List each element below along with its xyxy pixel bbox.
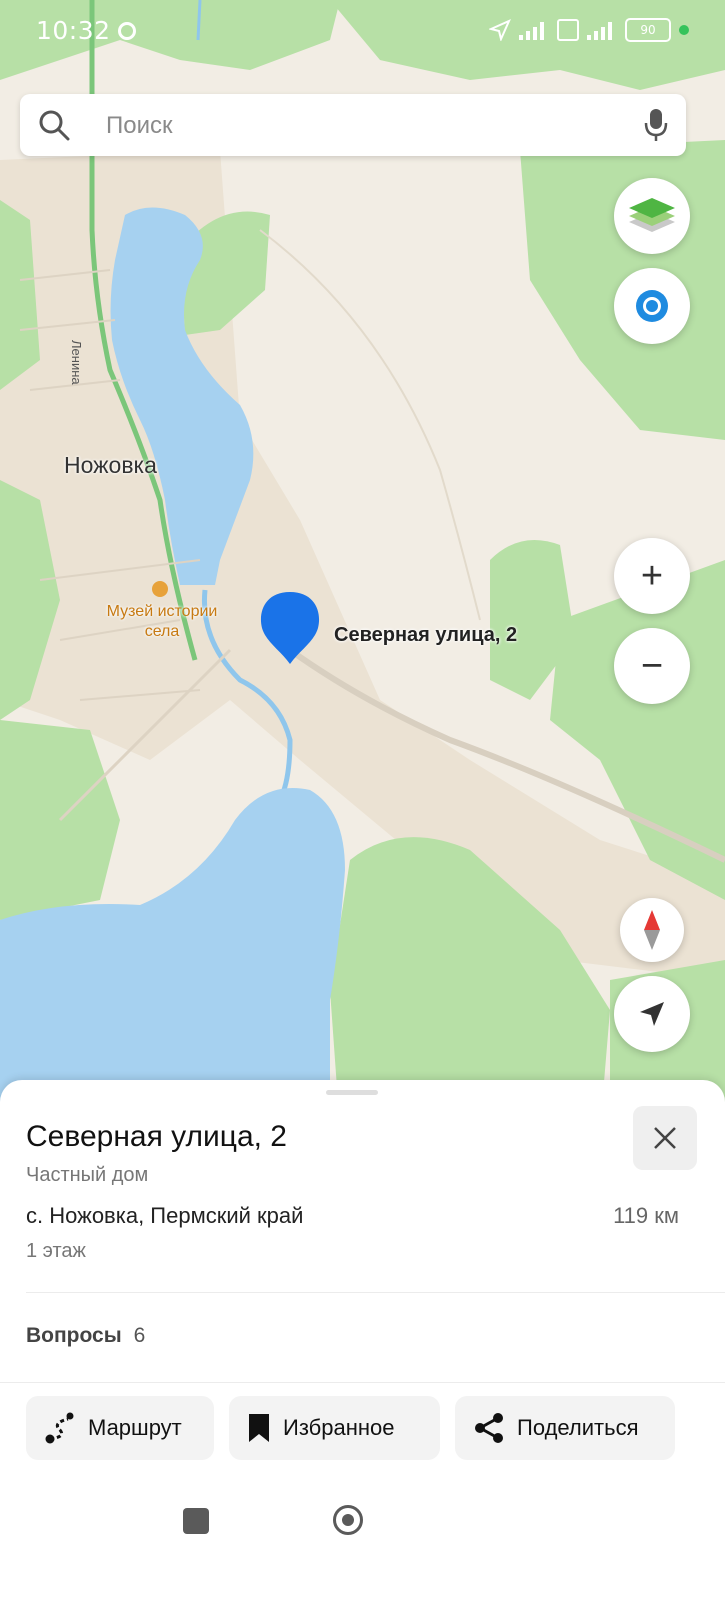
place-distance: 119 км [613, 1203, 679, 1228]
recent-apps-button[interactable] [183, 1508, 209, 1534]
favorites-label: Избранное [283, 1415, 395, 1440]
notification-icon [118, 22, 136, 40]
pin-label[interactable]: Северная улица, 2 [334, 624, 517, 647]
location-arrow-icon [489, 19, 511, 41]
volte-icon [557, 19, 579, 41]
close-icon [654, 1127, 676, 1149]
divider [0, 1382, 725, 1383]
search-icon [39, 110, 70, 141]
questions-label: Вопросы [26, 1324, 122, 1347]
layers-icon [629, 198, 675, 232]
voice-assistant-button[interactable] [614, 268, 690, 344]
zoom-out-button[interactable]: − [614, 628, 690, 704]
privacy-indicator [679, 25, 689, 35]
place-floors: 1 этаж [26, 1240, 86, 1262]
route-button[interactable]: Маршрут [26, 1396, 214, 1460]
zoom-in-button[interactable]: + [614, 538, 690, 614]
share-button[interactable]: Поделиться [455, 1396, 675, 1460]
place-address: с. Ножовка, Пермский край [26, 1203, 304, 1228]
compass-button[interactable] [620, 898, 684, 962]
my-location-icon [640, 1002, 664, 1026]
museum-marker[interactable] [152, 581, 168, 597]
place-card[interactable]: Северная улица, 2 Частный дом с. Ножовка… [0, 1080, 725, 1612]
poi-label-museum[interactable]: Музей истории села [92, 602, 232, 642]
status-time: 10:32 [36, 16, 111, 45]
signal-icon [519, 20, 549, 40]
place-title: Северная улица, 2 [26, 1120, 287, 1153]
share-label: Поделиться [517, 1415, 639, 1440]
place-type: Частный дом [26, 1164, 149, 1186]
favorites-button[interactable]: Избранное [229, 1396, 440, 1460]
route-icon [45, 1412, 74, 1444]
signal-4g-icon [587, 20, 617, 40]
route-label: Маршрут [88, 1415, 182, 1440]
search-bar[interactable] [20, 94, 686, 156]
compass-icon [644, 910, 660, 950]
bookmark-icon [249, 1414, 269, 1442]
microphone-icon[interactable] [644, 107, 668, 143]
share-icon [475, 1413, 503, 1443]
close-button[interactable] [633, 1106, 697, 1170]
my-location-button[interactable] [614, 976, 690, 1052]
questions-row[interactable]: Вопросы 6 [26, 1324, 145, 1348]
layers-button[interactable] [614, 178, 690, 254]
status-bar: 10:32 90 [0, 0, 725, 62]
divider [26, 1292, 725, 1293]
street-label: Ленина [69, 340, 84, 385]
search-input[interactable] [104, 105, 628, 147]
town-label[interactable]: Ножовка [64, 452, 157, 479]
home-button[interactable] [333, 1505, 363, 1535]
sheet-handle[interactable] [326, 1090, 378, 1095]
voice-assistant-icon [636, 290, 668, 322]
questions-count: 6 [133, 1324, 146, 1347]
battery-icon: 90 [625, 18, 671, 42]
